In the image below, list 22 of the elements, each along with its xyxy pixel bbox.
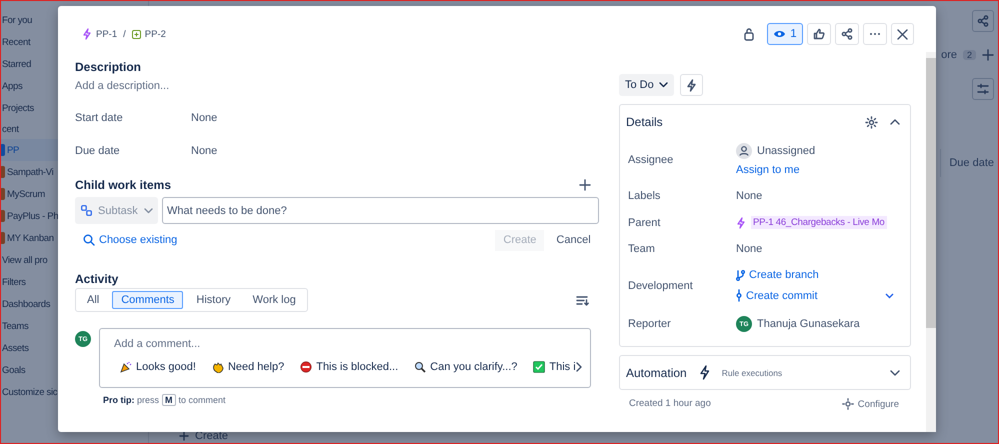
field-label: Assignee [628,154,674,166]
field-label: Development [628,280,694,292]
panel-title: Details [626,115,663,129]
field-label: Reporter [628,318,672,330]
column-header: Due date [949,157,994,169]
field-label: Team [628,243,656,255]
created-time: Created 1 hour ago [629,398,711,410]
field-label: Parent [628,216,662,228]
field-label: Due date [75,145,121,157]
section-heading: Description [75,60,142,74]
sidebar-item: cent [1,122,20,136]
pro-tip-text: Pro tip: press [103,395,160,405]
pro-tip-text: to comment [178,395,226,405]
panel-title: Automation [626,366,687,380]
count-badge: 2 [962,50,976,60]
section-heading: Child work items [75,178,172,192]
breadcrumb-separator: / [123,28,126,40]
field-label: Start date [75,112,124,124]
field-label: Labels [628,190,662,202]
key-hint: M [162,394,176,406]
panel-subtitle: Rule executions [722,368,782,378]
section-heading: Activity [75,272,120,286]
